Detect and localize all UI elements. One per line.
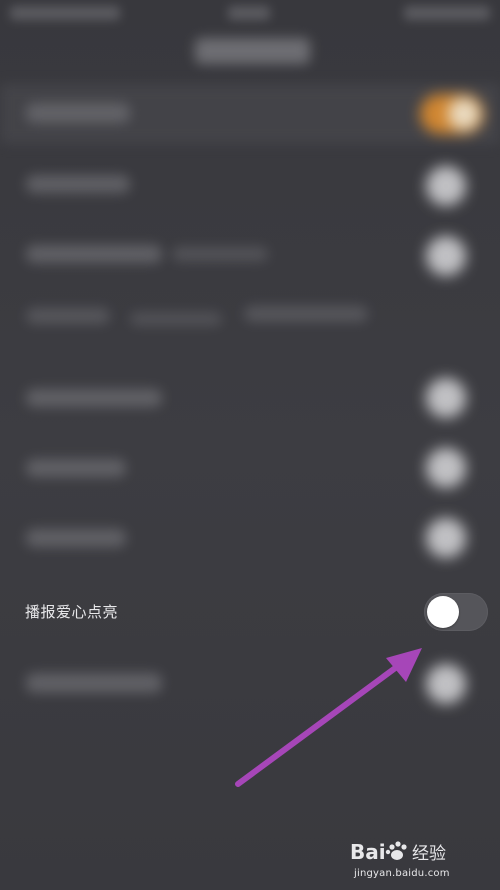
row-2-toggle-blurred[interactable]: [426, 166, 466, 206]
status-bar-center: [228, 6, 270, 20]
row-4-text-blurred-2: [130, 312, 222, 326]
row-9-toggle-blurred[interactable]: [426, 664, 466, 704]
status-bar-right: [404, 6, 490, 20]
row-4-text-blurred: [26, 308, 110, 324]
row-1-toggle-blurred[interactable]: [420, 94, 484, 134]
row-7-label-blurred: [26, 529, 126, 547]
row-6-label-blurred: [26, 459, 126, 477]
row-2-label-blurred: [26, 175, 130, 193]
love-broadcast-label: 播报爱心点亮: [25, 603, 119, 621]
row-4-text-blurred-3: [244, 306, 368, 322]
toggle-knob: [427, 596, 459, 628]
row-7-toggle-blurred[interactable]: [426, 518, 466, 558]
row-9-label-blurred: [26, 673, 162, 693]
row-3-label-blurred: [26, 245, 162, 263]
watermark-url: jingyan.baidu.com: [354, 868, 450, 879]
baidu-watermark: Bai 经验 jingyan.baidu.com: [340, 836, 490, 886]
settings-screen: 播报爱心点亮 Bai 经验 jingyan.baidu.com: [0, 0, 500, 890]
baidu-paw-icon: Bai 经验: [350, 840, 446, 864]
love-broadcast-row: 播报爱心点亮: [0, 588, 500, 636]
row-3-sublabel-blurred: [172, 247, 268, 261]
row-1-label-blurred: [26, 103, 130, 123]
love-broadcast-toggle[interactable]: [424, 593, 488, 631]
row-6-toggle-blurred[interactable]: [426, 448, 466, 488]
svg-text:Bai: Bai: [350, 840, 386, 864]
page-title-blurred: [195, 38, 310, 64]
row-5-label-blurred: [26, 389, 162, 407]
svg-text:经验: 经验: [412, 844, 446, 864]
status-bar-left: [10, 6, 120, 20]
row-5-toggle-blurred[interactable]: [426, 378, 466, 418]
row-3-toggle-blurred[interactable]: [426, 236, 466, 276]
